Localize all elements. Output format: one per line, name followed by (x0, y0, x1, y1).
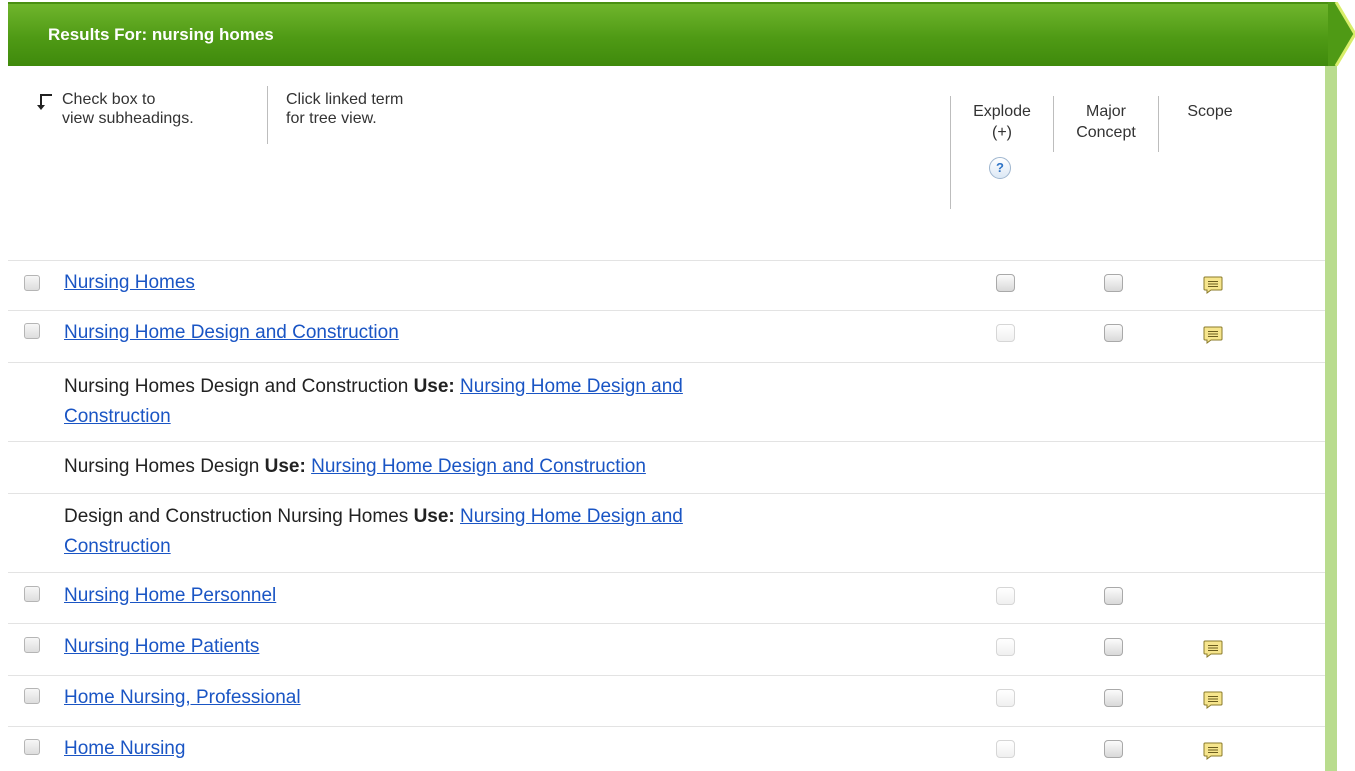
major-concept-checkbox[interactable] (1104, 638, 1123, 656)
subheadings-checkbox[interactable] (24, 275, 40, 291)
help-icon[interactable]: ? (989, 157, 1011, 179)
major-concept-checkbox[interactable] (1104, 689, 1123, 707)
use-label: Use: (413, 506, 455, 527)
major-label: Major (1085, 103, 1126, 120)
major-concept-checkbox[interactable] (1104, 274, 1123, 292)
chevron-right-icon[interactable] (1328, 2, 1355, 66)
instruction-divider (267, 86, 268, 144)
see-reference-row: Nursing Homes Design and Construction Us… (64, 372, 924, 432)
checkbox-instruction-line1: Check box to (62, 91, 156, 108)
entry-term: Design and Construction Nursing Homes (64, 506, 409, 527)
subheadings-checkbox[interactable] (24, 323, 40, 339)
use-label: Use: (264, 456, 306, 477)
explode-checkbox[interactable] (996, 587, 1015, 605)
scope-label: Scope (1187, 103, 1233, 120)
checkbox-instruction: Check box to view subheadings. (62, 90, 194, 128)
use-label: Use: (413, 376, 455, 397)
scope-note-icon[interactable] (1203, 742, 1223, 760)
explode-label: Explode (973, 103, 1031, 120)
concept-label: Concept (1076, 124, 1136, 141)
row-divider (8, 675, 1325, 676)
use-target-link-continued[interactable]: Construction (64, 406, 171, 427)
explode-column-header: Explode (+) (952, 101, 1052, 143)
explode-checkbox[interactable] (996, 274, 1015, 292)
see-reference-row: Nursing Homes Design Use: Nursing Home D… (64, 452, 964, 482)
scope-note-icon[interactable] (1203, 691, 1223, 709)
tree-instruction: Click linked term for tree view. (286, 90, 403, 128)
explode-checkbox[interactable] (996, 638, 1015, 656)
scope-note-icon[interactable] (1203, 276, 1223, 294)
major-concept-checkbox[interactable] (1104, 587, 1123, 605)
use-target-link[interactable]: Nursing Home Design and (460, 376, 683, 397)
use-target-link-continued[interactable]: Construction (64, 536, 171, 557)
major-concept-checkbox[interactable] (1104, 324, 1123, 342)
use-target-link[interactable]: Nursing Home Design and Construction (311, 456, 646, 477)
row-divider (8, 260, 1325, 261)
term-link-nursing-home-patients[interactable]: Nursing Home Patients (64, 636, 259, 658)
tree-instruction-line1: Click linked term (286, 91, 404, 108)
subheadings-checkbox[interactable] (24, 637, 40, 653)
row-divider (8, 726, 1325, 727)
results-header: Results For: nursing homes (8, 2, 1328, 66)
term-link-nursing-home-design-and-construction[interactable]: Nursing Home Design and Construction (64, 322, 399, 344)
term-link-nursing-home-personnel[interactable]: Nursing Home Personnel (64, 585, 276, 607)
subheadings-checkbox[interactable] (24, 586, 40, 602)
row-divider (8, 362, 1325, 363)
explode-checkbox[interactable] (996, 740, 1015, 758)
major-concept-checkbox[interactable] (1104, 740, 1123, 758)
entry-term: Nursing Homes Design and Construction (64, 376, 409, 397)
row-divider (8, 623, 1325, 624)
subheadings-checkbox[interactable] (24, 739, 40, 755)
row-divider (8, 310, 1325, 311)
explode-plus-label: (+) (992, 124, 1012, 141)
explode-column-divider (950, 96, 951, 209)
term-link-home-nursing[interactable]: Home Nursing (64, 738, 185, 760)
panel-right-border (1325, 66, 1337, 771)
checkbox-instruction-line2: view subheadings. (62, 110, 194, 127)
entry-term: Nursing Homes Design (64, 456, 260, 477)
see-reference-row: Design and Construction Nursing Homes Us… (64, 502, 924, 562)
scope-note-icon[interactable] (1203, 326, 1223, 344)
return-arrow-icon (37, 94, 52, 110)
results-panel: Results For: nursing homes Check box to … (0, 0, 1355, 771)
term-link-home-nursing-professional[interactable]: Home Nursing, Professional (64, 687, 301, 709)
explode-checkbox[interactable] (996, 324, 1015, 342)
row-divider (8, 572, 1325, 573)
row-divider (8, 441, 1325, 442)
tree-instruction-line2: for tree view. (286, 110, 377, 127)
scope-column-header: Scope (1158, 101, 1262, 122)
results-title: Results For: nursing homes (48, 25, 274, 44)
term-link-nursing-homes[interactable]: Nursing Homes (64, 272, 195, 294)
row-divider (8, 493, 1325, 494)
major-concept-column-header: Major Concept (1054, 101, 1158, 143)
explode-checkbox[interactable] (996, 689, 1015, 707)
subheadings-checkbox[interactable] (24, 688, 40, 704)
use-target-link[interactable]: Nursing Home Design and (460, 506, 683, 527)
scope-note-icon[interactable] (1203, 640, 1223, 658)
